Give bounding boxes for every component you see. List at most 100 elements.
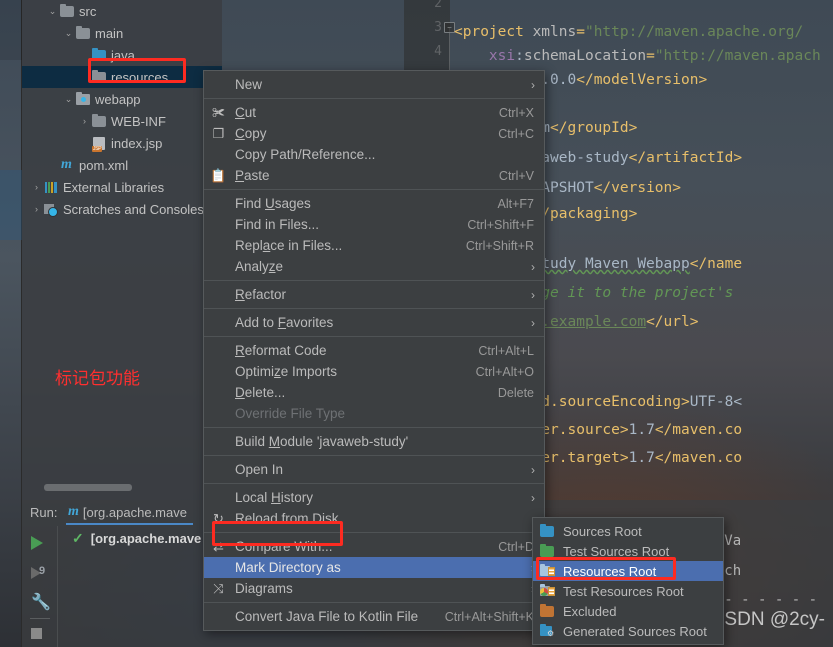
menu-item-diagrams[interactable]: ⤨Diagrams› xyxy=(204,578,544,599)
menu-item-reformat-code[interactable]: Reformat Code Ctrl+Alt+L xyxy=(204,340,544,361)
menu-separator xyxy=(204,280,544,281)
menu-item-cut[interactable]: ✀ Cut Ctrl+X xyxy=(204,102,544,123)
menu-item-add-to-favorites[interactable]: Add to Favorites › xyxy=(204,312,544,333)
menu-item-override-file-type: Override File Type xyxy=(204,403,544,424)
code-line: <project xmlns="http://maven.apache.org/ xyxy=(454,24,804,40)
success-check-icon: ✓ xyxy=(72,530,84,546)
menu-separator xyxy=(204,98,544,99)
menu-separator xyxy=(204,336,544,337)
rerun-icon[interactable] xyxy=(31,564,49,582)
menu-item-label: Copy xyxy=(235,126,267,141)
line-number: 2 xyxy=(434,0,442,11)
project-tool-window[interactable]: ⌄ src ⌄ main java resources ⌄ webapp › WEB-INF ind… xyxy=(22,0,222,500)
tree-item-pom-xml[interactable]: m pom.xml xyxy=(22,154,222,176)
menu-item-label: Copy Path/Reference... xyxy=(235,147,376,162)
menu-item-paste[interactable]: 📋 Paste Ctrl+V xyxy=(204,165,544,186)
menu-item-reload-from-disk[interactable]: ↻ Reload from Disk xyxy=(204,508,544,529)
console-first-line: ✓ [org.apache.mave xyxy=(72,530,201,547)
folder-gray-icon xyxy=(91,113,107,129)
submenu-item-label: Test Resources Root xyxy=(563,583,684,599)
menu-item-label: Override File Type xyxy=(235,406,346,421)
chevron-down-icon[interactable]: ⌄ xyxy=(46,6,59,16)
folder-blue-icon xyxy=(91,47,107,63)
diagram-icon: ⤨ xyxy=(213,580,224,596)
menu-separator xyxy=(204,483,544,484)
mark-directory-as-submenu[interactable]: Sources Root Test Sources Root Resources R… xyxy=(532,517,724,645)
tree-item-java[interactable]: java xyxy=(22,44,222,66)
menu-item-replace-in-files[interactable]: Replace in Files... Ctrl+Shift+R xyxy=(204,235,544,256)
maven-file-icon: m xyxy=(61,157,72,172)
menu-item-shortcut: Delete xyxy=(497,385,534,400)
tree-item-label: webapp xyxy=(95,91,141,107)
menu-item-label: Reformat Code xyxy=(235,343,327,358)
menu-item-shortcut: Ctrl+Alt+Shift+K xyxy=(444,609,534,624)
stop-icon[interactable] xyxy=(31,628,49,646)
menu-item-local-history[interactable]: Local History › xyxy=(204,487,544,508)
line-number: 3 xyxy=(434,20,442,35)
menu-item-label: Cut xyxy=(235,105,257,120)
settings-icon[interactable]: 🔧 xyxy=(31,592,51,611)
chevron-right-icon[interactable]: › xyxy=(30,204,43,214)
maven-icon: m xyxy=(68,504,79,519)
chevron-down-icon[interactable]: ⌄ xyxy=(62,28,75,38)
submenu-item-label: Test Sources Root xyxy=(563,543,670,559)
chevron-right-icon[interactable]: › xyxy=(30,182,43,192)
menu-item-find-in-files[interactable]: Find in Files... Ctrl+Shift+F xyxy=(204,214,544,235)
menu-item-delete[interactable]: Delete... Delete xyxy=(204,382,544,403)
menu-item-label: Paste xyxy=(235,168,270,183)
folder-gray-icon xyxy=(75,25,91,41)
chevron-down-icon[interactable]: ⌄ xyxy=(62,94,75,104)
menu-item-shortcut: Ctrl+Shift+F xyxy=(467,217,534,232)
tree-item-scratches-and-consoles[interactable]: › Scratches and Consoles xyxy=(22,198,222,220)
menu-item-find-usages[interactable]: Find Usages Alt+F7 xyxy=(204,193,544,214)
tree-item-web-inf[interactable]: › WEB-INF xyxy=(22,110,222,132)
watermark: CSDN @2cy- xyxy=(710,609,825,630)
tree-item-index-jsp[interactable]: index.jsp xyxy=(22,132,222,154)
tree-item-src[interactable]: ⌄ src xyxy=(22,0,222,22)
tree-item-label: index.jsp xyxy=(111,135,163,151)
menu-item-open-in[interactable]: Open In › xyxy=(204,459,544,480)
menu-item-analyze[interactable]: Analyze › xyxy=(204,256,544,277)
left-tool-strip[interactable] xyxy=(0,0,22,647)
submenu-item-resources-root[interactable]: Resources Root xyxy=(533,561,723,581)
menu-item-compare-with[interactable]: ⇄ Compare With... Ctrl+D xyxy=(204,536,544,557)
submenu-item-sources-root[interactable]: Sources Root xyxy=(533,521,723,541)
menu-item-build-module-javaweb-study[interactable]: Build Module 'javaweb-study' xyxy=(204,431,544,452)
submenu-item-generated-sources-root[interactable]: ⚙ Generated Sources Root xyxy=(533,621,723,641)
tree-item-webapp[interactable]: ⌄ webapp xyxy=(22,88,222,110)
submenu-item-label: Resources Root xyxy=(563,563,657,579)
tree-item-main[interactable]: ⌄ main xyxy=(22,22,222,44)
annotation-note: 标记包功能 xyxy=(55,369,140,389)
tree-item-external-libraries[interactable]: › External Libraries xyxy=(22,176,222,198)
menu-item-copy[interactable]: ❐ Copy Ctrl+C xyxy=(204,123,544,144)
menu-item-shortcut: Alt+F7 xyxy=(497,196,534,211)
menu-item-refactor[interactable]: Refactor › xyxy=(204,284,544,305)
run-toolbar[interactable]: 🔧 xyxy=(22,526,58,647)
submenu-item-label: Generated Sources Root xyxy=(563,623,707,639)
run-configuration-tab[interactable]: m [org.apache.mave xyxy=(66,503,193,525)
menu-item-copy-path-reference[interactable]: Copy Path/Reference... xyxy=(204,144,544,165)
tree-horizontal-scrollbar[interactable] xyxy=(44,484,132,491)
chevron-right-icon[interactable]: › xyxy=(78,116,91,126)
menu-separator xyxy=(204,455,544,456)
menu-item-optimize-imports[interactable]: Optimize Imports Ctrl+Alt+O xyxy=(204,361,544,382)
tree-item-resources[interactable]: resources xyxy=(22,66,222,88)
tree-item-label: java xyxy=(111,47,135,63)
copy-icon: ❐ xyxy=(212,125,225,141)
context-menu[interactable]: New › ✀ Cut Ctrl+X ❐ Copy Ctrl+C Copy Path/Refer… xyxy=(203,70,545,631)
submenu-item-excluded[interactable]: Excluded xyxy=(533,601,723,621)
tree-item-label: resources xyxy=(111,69,169,85)
submenu-item-test-sources-root[interactable]: Test Sources Root xyxy=(533,541,723,561)
run-icon[interactable] xyxy=(31,536,49,554)
menu-item-convert-java-file-to-kotlin-file[interactable]: Convert Java File to Kotlin File Ctrl+Alt… xyxy=(204,606,544,627)
menu-item-new[interactable]: New › xyxy=(204,74,544,95)
tree-item-label: Scratches and Consoles xyxy=(63,201,204,217)
submenu-item-test-resources-root[interactable]: Test Resources Root xyxy=(533,581,723,601)
menu-item-mark-directory-as[interactable]: Mark Directory as› xyxy=(204,557,544,578)
chevron-right-icon: › xyxy=(531,77,535,92)
clipboard-icon: 📋 xyxy=(210,167,227,183)
folder-webapp-icon xyxy=(75,91,91,107)
menu-item-label: Compare With... xyxy=(235,539,333,554)
menu-separator xyxy=(204,189,544,190)
menu-item-shortcut: Ctrl+C xyxy=(498,126,534,141)
